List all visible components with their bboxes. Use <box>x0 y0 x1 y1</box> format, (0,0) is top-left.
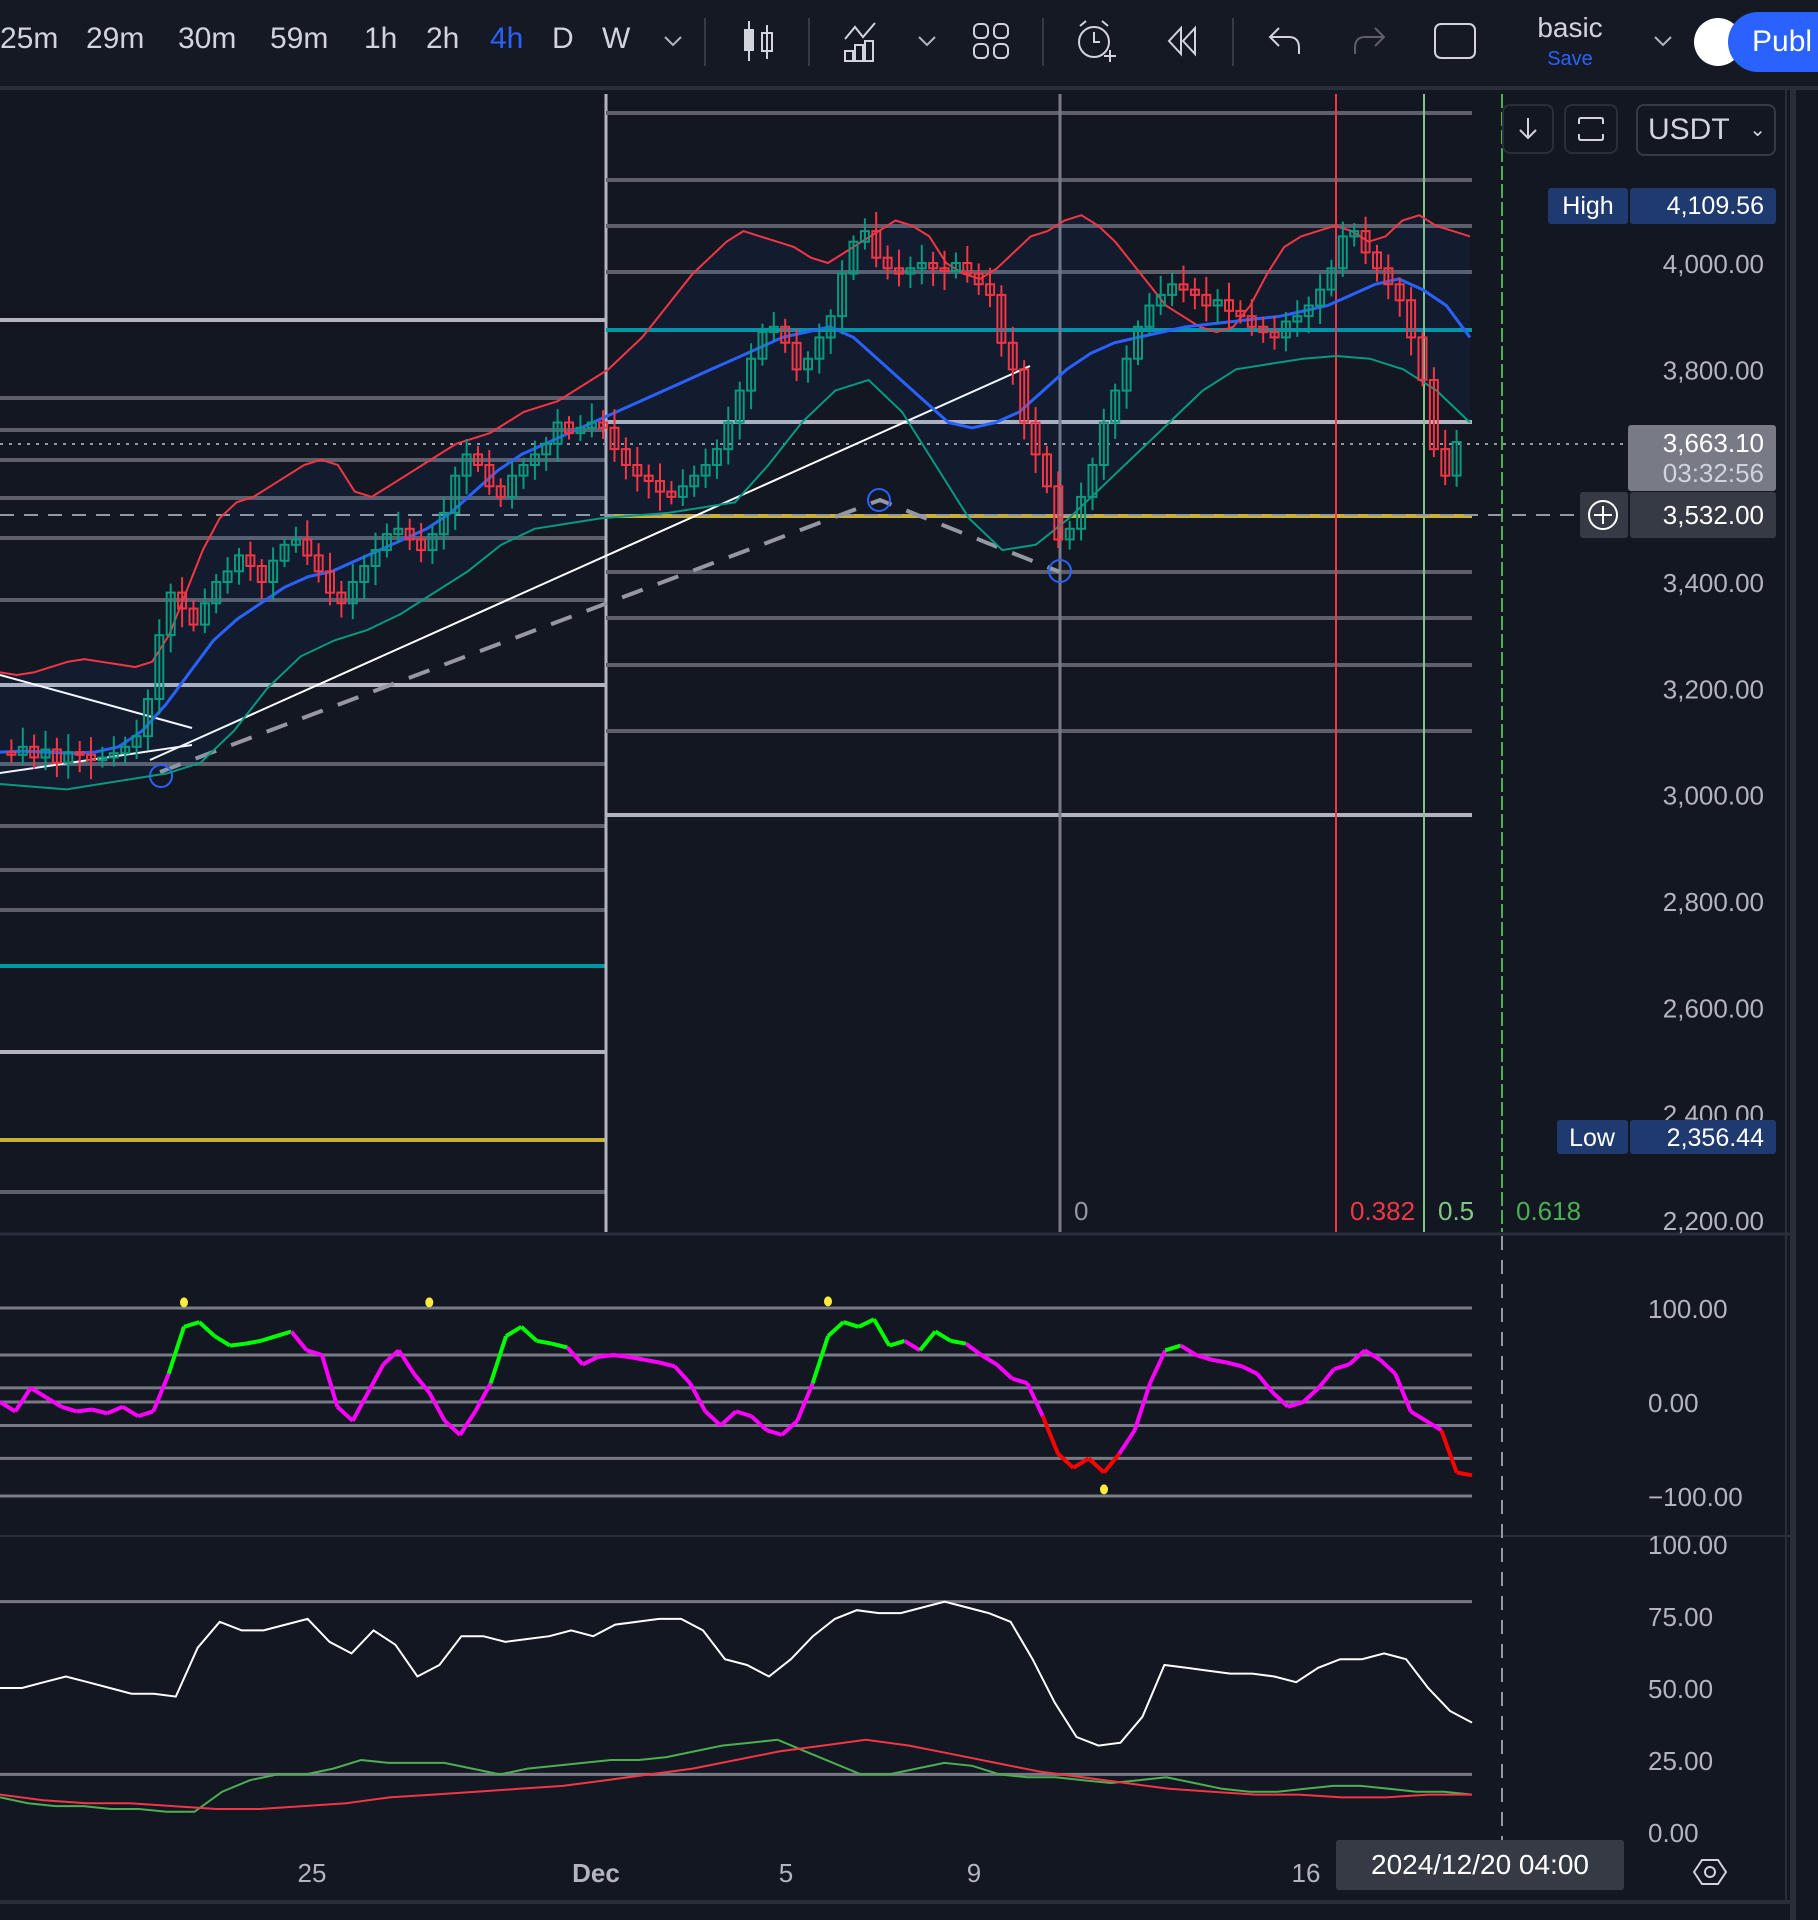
cci-signal-dot <box>425 1297 434 1308</box>
right-sidebar-edge <box>1790 90 1818 1920</box>
currency-select[interactable]: USDT ⌄ <box>1636 104 1776 156</box>
time-tick-label: Dec <box>572 1858 620 1888</box>
auto-scale-icon <box>1578 117 1604 141</box>
toolbar-separator <box>1042 18 1044 66</box>
layout-name[interactable]: basic <box>1530 12 1610 44</box>
timeframe-29m[interactable]: 29m <box>86 22 144 56</box>
cci-segment <box>643 1357 660 1365</box>
cci-tick-label: 100.00 <box>1648 1294 1728 1324</box>
indicators-icon[interactable] <box>838 16 888 66</box>
replay-icon[interactable] <box>1158 16 1208 66</box>
time-tick-label: 16 <box>1292 1858 1321 1888</box>
alert-add-icon[interactable] <box>1072 16 1122 66</box>
toolbar-separator <box>1232 18 1234 66</box>
arrow-down-icon <box>1519 118 1537 140</box>
cci-signal-dot <box>180 1297 188 1308</box>
publish-button[interactable]: Publ <box>1728 12 1818 72</box>
timeframe-4h[interactable]: 4h <box>490 22 523 56</box>
timeframe-W[interactable]: W <box>602 22 630 56</box>
cci-segment <box>76 1407 93 1414</box>
auto-scale-button[interactable] <box>1564 104 1618 154</box>
timeframe-25m[interactable]: 25m <box>0 22 58 56</box>
cci-segment <box>950 1338 967 1346</box>
timeframe-2h[interactable]: 2h <box>426 22 459 56</box>
cci-segment <box>1456 1470 1473 1478</box>
timeframe-30m[interactable]: 30m <box>178 22 236 56</box>
cci-tick-label: 0.00 <box>1648 1388 1699 1418</box>
fib-label: 0.618 <box>1516 1196 1581 1226</box>
high-value: 4,109.56 <box>1667 192 1764 220</box>
cci-signal-dot <box>824 1296 832 1307</box>
cci-segment <box>229 1341 246 1348</box>
fib-label: 0.382 <box>1350 1196 1415 1226</box>
layouts-icon[interactable] <box>966 16 1016 66</box>
layout-dropdown-icon[interactable] <box>1638 16 1688 66</box>
currency-label: USDT <box>1648 113 1730 146</box>
timeframe-59m[interactable]: 59m <box>270 22 328 56</box>
price-tick-label: 4,000.00 <box>1663 249 1764 279</box>
indicators-dropdown-icon[interactable] <box>902 16 952 66</box>
fib-label: 0.5 <box>1438 1196 1474 1226</box>
price-tick-label: 3,800.00 <box>1663 355 1764 385</box>
undo-icon[interactable] <box>1260 16 1310 66</box>
cci-segment <box>613 1353 629 1359</box>
time-tick-label: 9 <box>967 1858 981 1888</box>
price-tick-label: 2,800.00 <box>1663 887 1764 917</box>
candlestick-icon[interactable] <box>734 16 784 66</box>
low-label: Low <box>1569 1124 1616 1152</box>
layout-save-link[interactable]: Save <box>1530 48 1610 71</box>
adx-tick-label: 50.00 <box>1648 1674 1713 1704</box>
crosshair-price: 3,532.00 <box>1663 500 1764 530</box>
high-label: High <box>1562 192 1613 220</box>
cci-signal-dot <box>1100 1484 1108 1495</box>
adx-tick-label: 0.00 <box>1648 1818 1699 1848</box>
timeframe-1h[interactable]: 1h <box>364 22 397 56</box>
price-tick-label: 3,000.00 <box>1663 781 1764 811</box>
chevron-down-icon: ⌄ <box>1749 119 1766 141</box>
last-price: 3,663.10 <box>1663 428 1764 458</box>
price-tick-label: 3,200.00 <box>1663 674 1764 704</box>
cci-segment <box>536 1338 553 1346</box>
scroll-to-latest-button[interactable] <box>1502 104 1554 154</box>
top-toolbar: 25m 29m 30m 59m 1h 2h 4h D W basic Save Publ <box>0 0 1818 90</box>
price-tick-label: 2,200.00 <box>1663 1206 1764 1236</box>
cci-segment <box>597 1353 614 1359</box>
low-value: 2,356.44 <box>1667 1124 1764 1152</box>
adx-tick-label: 100.00 <box>1648 1530 1728 1560</box>
timeframe-dropdown-icon[interactable] <box>648 16 698 66</box>
adx-tick-label: 25.00 <box>1648 1746 1713 1776</box>
cci-tick-label: −100.00 <box>1648 1482 1743 1512</box>
fib-label: 0 <box>1074 1196 1088 1226</box>
redo-icon[interactable] <box>1344 16 1394 66</box>
time-tick-label: 25 <box>298 1858 327 1888</box>
fullscreen-icon[interactable] <box>1430 16 1480 66</box>
toolbar-separator <box>808 18 810 66</box>
crosshair-time: 2024/12/20 04:00 <box>1371 1849 1589 1880</box>
cci-segment <box>628 1354 645 1362</box>
toolbar-separator <box>704 18 706 66</box>
price-tick-label: 3,400.00 <box>1663 568 1764 598</box>
chart-canvas[interactable]: 4,000.00 3,800.00 3,400.00 3,200.00 3,000.00… <box>0 90 1790 1920</box>
time-tick-label: 5 <box>779 1858 793 1888</box>
cci-segment <box>244 1338 262 1346</box>
adx-tick-label: 75.00 <box>1648 1602 1713 1632</box>
price-tick-label: 2,600.00 <box>1663 993 1764 1023</box>
timeframe-D[interactable]: D <box>552 22 574 56</box>
cci-segment <box>1210 1357 1228 1365</box>
countdown: 03:32:56 <box>1663 458 1764 488</box>
